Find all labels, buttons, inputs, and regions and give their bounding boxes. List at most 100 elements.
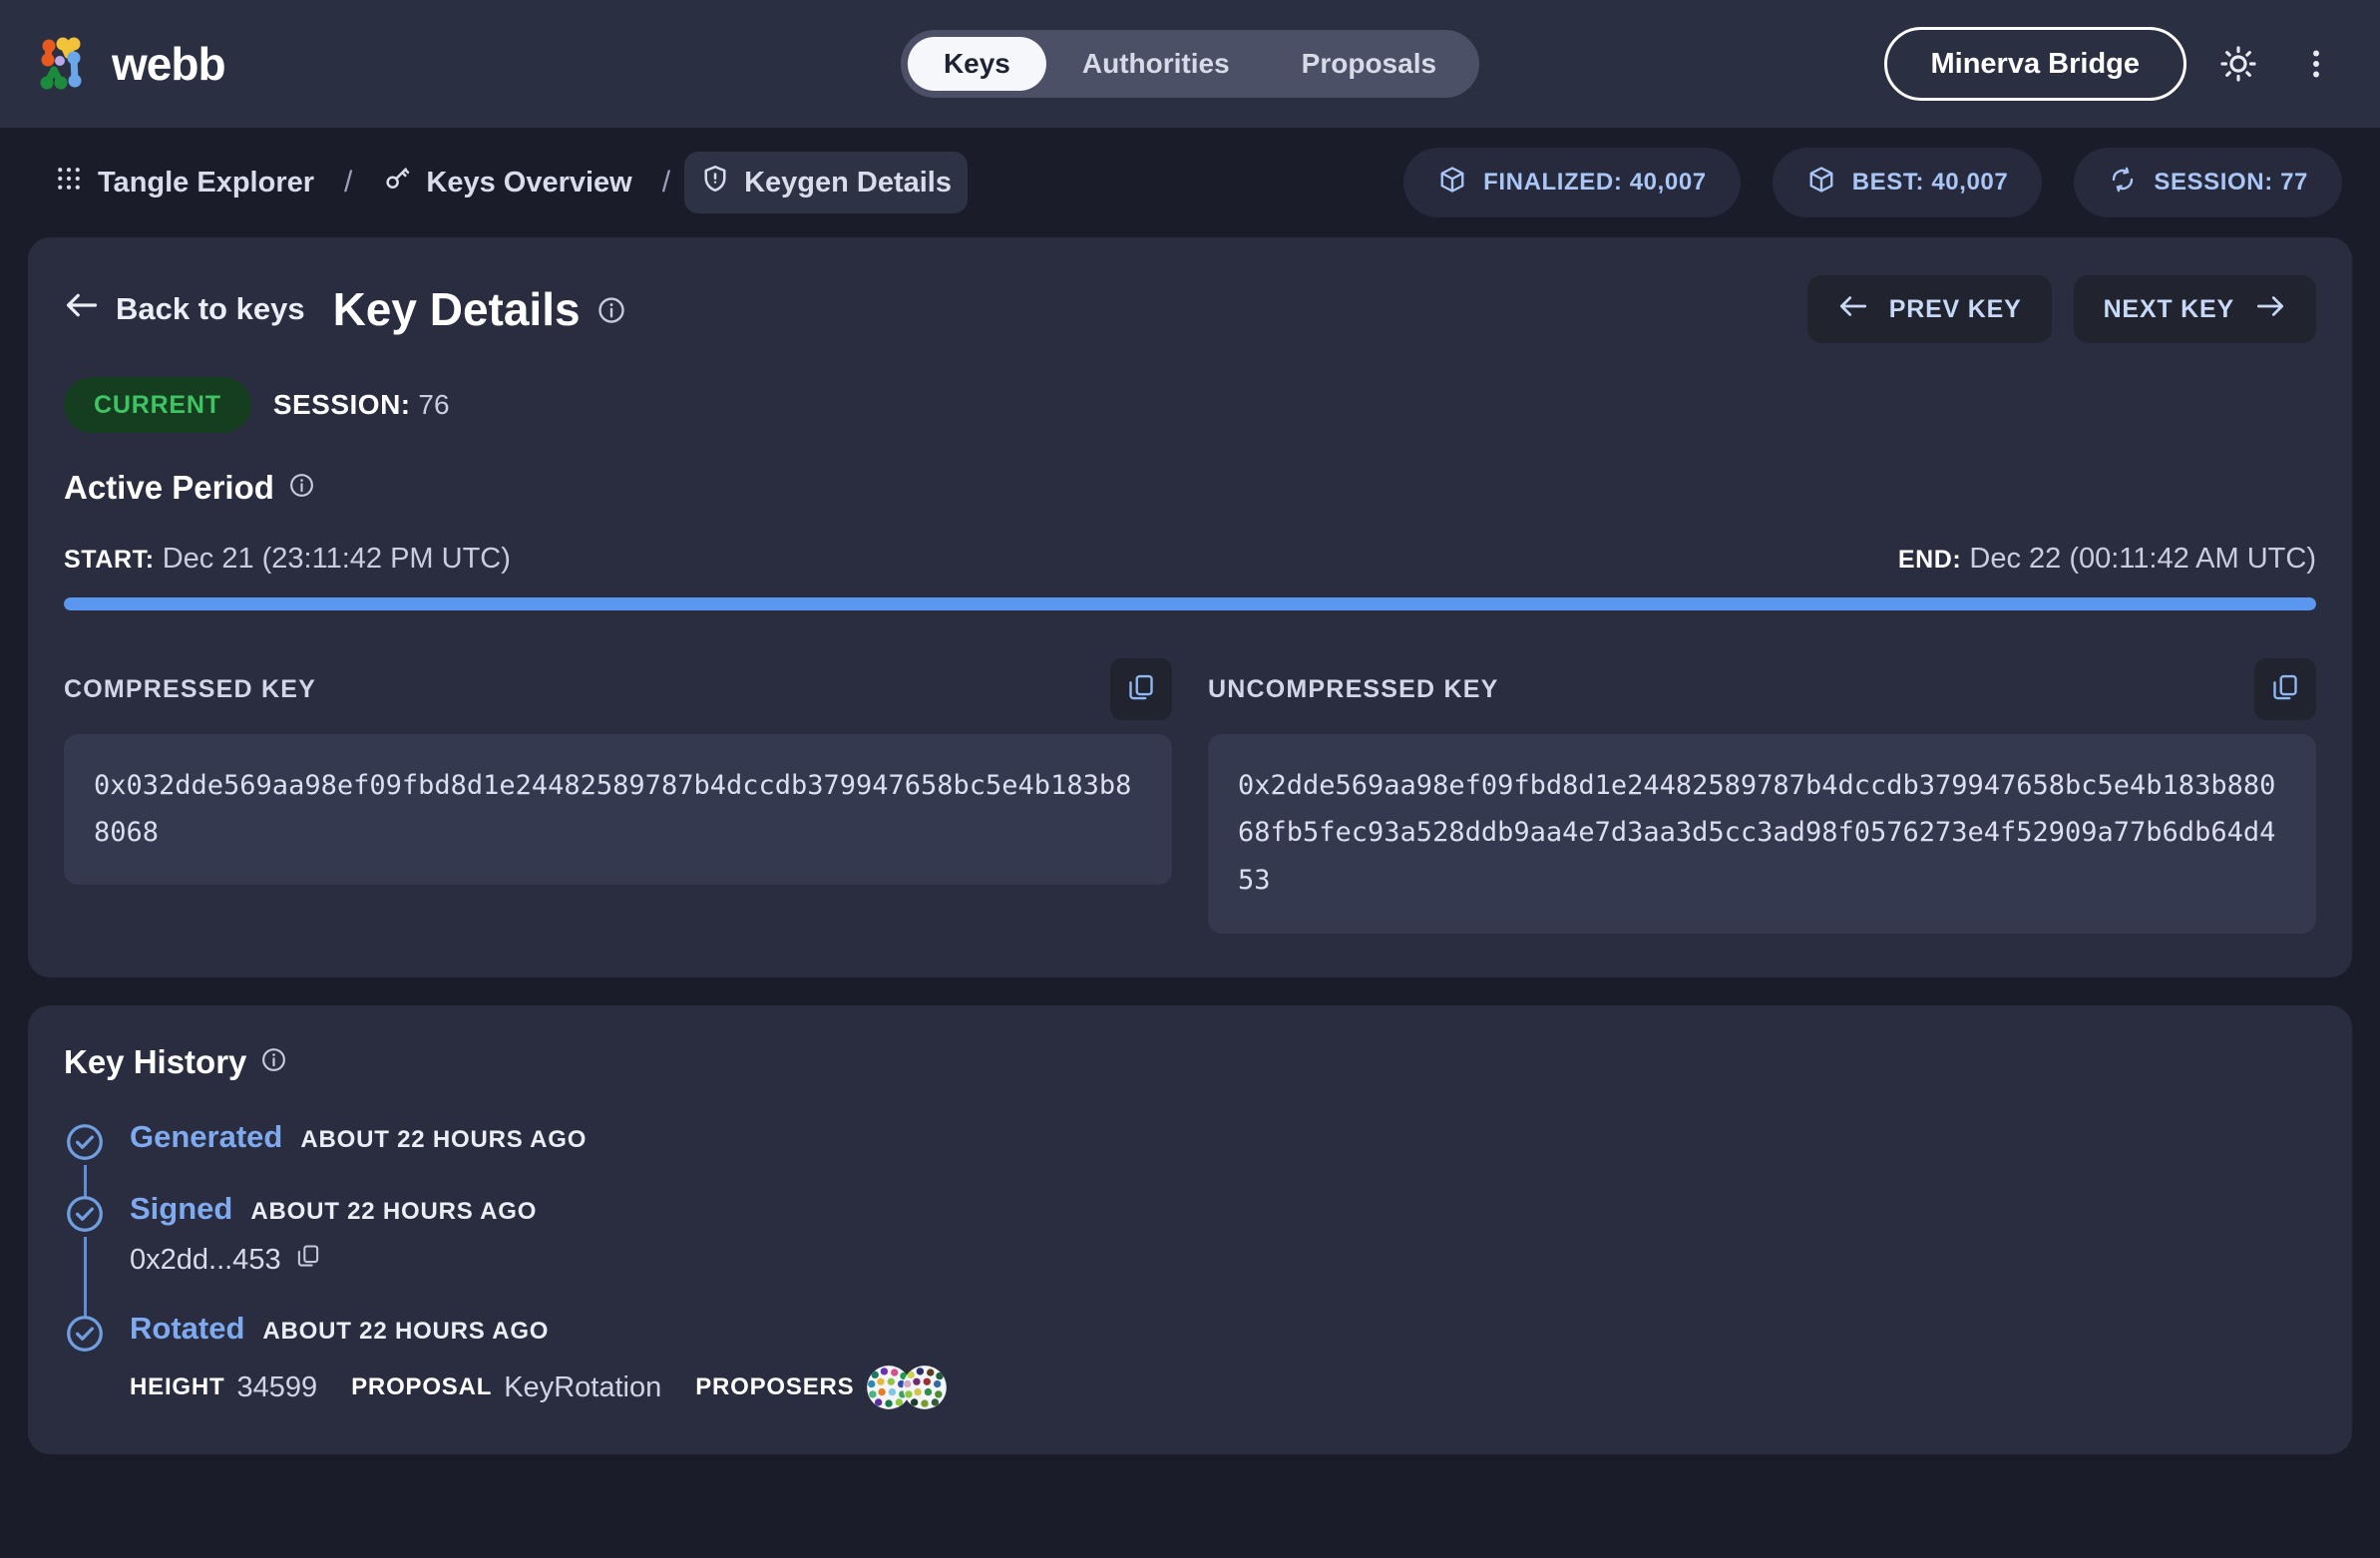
status-chip-session-label: SESSION: 77 xyxy=(2154,169,2308,195)
key-history-card: Key History Generated ABOUT 22 HOURS AGO xyxy=(28,1005,2352,1454)
breadcrumb-item-keys-overview[interactable]: Keys Overview xyxy=(366,152,647,213)
check-circle-icon xyxy=(64,1193,106,1235)
copy-uncompressed-key-button[interactable] xyxy=(2254,658,2316,720)
main-tabs: Keys Authorities Proposals xyxy=(900,30,1480,98)
key-history-timeline: Generated ABOUT 22 HOURS AGO Signed ABOU… xyxy=(64,1119,2316,1410)
history-rotated-time: ABOUT 22 HOURS AGO xyxy=(262,1318,550,1345)
status-chip-finalized-label: FINALIZED: 40,007 xyxy=(1483,169,1707,195)
history-signed-hash-row: 0x2dd...453 xyxy=(130,1243,2316,1277)
history-rotated-name: Rotated xyxy=(130,1311,245,1346)
prev-key-button[interactable]: PREV KEY xyxy=(1806,275,2052,343)
arrow-left-icon xyxy=(64,290,100,328)
page-title: Key Details xyxy=(333,282,626,336)
proposal-label: PROPOSAL xyxy=(351,1373,493,1400)
back-to-keys-button[interactable]: Back to keys xyxy=(64,290,305,328)
uncompressed-key-value[interactable]: 0x2dde569aa98ef09fbd8d1e24482589787b4dcc… xyxy=(1208,734,2316,934)
uncompressed-key-block: UNCOMPRESSED KEY 0x2dde569aa98ef09fbd8d1… xyxy=(1208,658,2316,934)
timeline-rail xyxy=(84,1237,87,1317)
period-start-label: START: xyxy=(64,546,155,574)
key-status-row: CURRENT SESSION: 76 xyxy=(64,377,2316,433)
shield-icon xyxy=(700,164,730,201)
cube-icon xyxy=(1806,165,1836,201)
key-details-card: Back to keys Key Details PREV KEY NEXT K… xyxy=(28,237,2352,977)
avatar[interactable] xyxy=(902,1364,948,1410)
status-badge: CURRENT xyxy=(64,377,251,433)
session-label: SESSION: xyxy=(272,389,411,420)
bridge-selector-button[interactable]: Minerva Bridge xyxy=(1883,27,2186,101)
brand-logo[interactable]: webb xyxy=(38,36,226,92)
page-title-text: Key Details xyxy=(332,283,581,335)
refresh-icon xyxy=(2108,165,2138,201)
top-bar: webb Keys Authorities Proposals Minerva … xyxy=(0,0,2380,128)
active-period-title: Active Period xyxy=(64,469,2316,507)
grid-icon xyxy=(54,164,84,201)
history-rotated-line: Rotated ABOUT 22 HOURS AGO xyxy=(130,1311,2316,1347)
key-details-header: Back to keys Key Details PREV KEY NEXT K… xyxy=(64,275,2316,343)
key-navigation: PREV KEY NEXT KEY xyxy=(1806,275,2316,343)
breadcrumb-item-keygen-details[interactable]: Keygen Details xyxy=(684,152,968,213)
history-generated-time: ABOUT 22 HOURS AGO xyxy=(300,1126,588,1153)
progress-fill xyxy=(64,597,2316,610)
history-rotated-height: HEIGHT 34599 xyxy=(130,1371,317,1404)
status-chip-best-label: BEST: 40,007 xyxy=(1851,169,2009,195)
breadcrumb-row: Tangle Explorer / Keys Overview / Keygen… xyxy=(0,128,2380,237)
breadcrumb-label-tangle-explorer: Tangle Explorer xyxy=(98,166,315,198)
breadcrumb-separator-2: / xyxy=(661,166,671,198)
keys-grid: COMPRESSED KEY 0x032dde569aa98ef09fbd8d1… xyxy=(64,658,2316,934)
breadcrumb-label-keys-overview: Keys Overview xyxy=(426,166,632,198)
height-value: 34599 xyxy=(236,1370,318,1403)
tab-keys[interactable]: Keys xyxy=(907,37,1046,91)
history-signed-time: ABOUT 22 HOURS AGO xyxy=(250,1198,538,1225)
breadcrumb-separator: / xyxy=(344,166,353,198)
uncompressed-key-header: UNCOMPRESSED KEY xyxy=(1208,658,2316,720)
key-history-title: Key History xyxy=(64,1043,2316,1081)
brand-name: webb xyxy=(112,38,226,90)
session-value: 76 xyxy=(418,389,450,420)
prev-key-label: PREV KEY xyxy=(1888,294,2022,323)
copy-compressed-key-button[interactable] xyxy=(1110,658,1172,720)
status-chip-finalized[interactable]: FINALIZED: 40,007 xyxy=(1403,148,1741,217)
webb-logo-icon xyxy=(38,36,94,92)
history-item-signed: Signed ABOUT 22 HOURS AGO 0x2dd...453 xyxy=(64,1191,2316,1317)
active-period-range: START: Dec 21 (23:11:42 PM UTC) END: Dec… xyxy=(64,543,2316,576)
proposer-avatars[interactable] xyxy=(866,1364,948,1410)
tab-authorities[interactable]: Authorities xyxy=(1046,37,1266,91)
compressed-key-block: COMPRESSED KEY 0x032dde569aa98ef09fbd8d1… xyxy=(64,658,1172,934)
period-end: END: Dec 22 (00:11:42 AM UTC) xyxy=(1898,543,2316,576)
copy-icon[interactable] xyxy=(295,1243,321,1277)
status-chip-best[interactable]: BEST: 40,007 xyxy=(1772,148,2043,217)
back-to-keys-label: Back to keys xyxy=(116,291,305,326)
history-item-rotated: Rotated ABOUT 22 HOURS AGO HEIGHT 34599 … xyxy=(64,1311,2316,1410)
info-icon[interactable] xyxy=(260,1043,287,1081)
uncompressed-key-label: UNCOMPRESSED KEY xyxy=(1208,674,1499,703)
check-circle-icon xyxy=(64,1121,106,1163)
compressed-key-value[interactable]: 0x032dde569aa98ef09fbd8d1e24482589787b4d… xyxy=(64,734,1172,885)
copy-icon xyxy=(2270,672,2300,707)
proposers-label: PROPOSERS xyxy=(695,1373,855,1400)
status-chip-session[interactable]: SESSION: 77 xyxy=(2074,148,2342,217)
key-history-title-text: Key History xyxy=(64,1043,247,1080)
next-key-button[interactable]: NEXT KEY xyxy=(2073,275,2316,343)
history-signed-hash: 0x2dd...453 xyxy=(130,1243,281,1276)
arrow-left-icon xyxy=(1837,293,1869,326)
vertical-dots-icon[interactable] xyxy=(2290,38,2342,90)
session-info: SESSION: 76 xyxy=(273,389,450,421)
active-period-progress-bar xyxy=(64,597,2316,610)
tab-proposals[interactable]: Proposals xyxy=(1266,37,1472,91)
history-rotated-meta: HEIGHT 34599 PROPOSAL KeyRotation PROPOS… xyxy=(130,1364,2316,1410)
history-generated-name: Generated xyxy=(130,1119,283,1154)
sun-icon[interactable] xyxy=(2212,38,2264,90)
key-icon xyxy=(382,164,412,201)
height-label: HEIGHT xyxy=(130,1373,225,1400)
history-signed-line: Signed ABOUT 22 HOURS AGO xyxy=(130,1191,2316,1227)
info-icon[interactable] xyxy=(596,282,626,336)
breadcrumb-item-tangle-explorer[interactable]: Tangle Explorer xyxy=(38,152,330,213)
arrow-right-icon xyxy=(2254,293,2286,326)
history-rotated-proposers: PROPOSERS xyxy=(695,1364,948,1410)
period-start-value: Dec 21 (23:11:42 PM UTC) xyxy=(162,543,511,575)
top-bar-actions: Minerva Bridge xyxy=(1883,27,2343,101)
info-icon[interactable] xyxy=(288,469,315,507)
history-generated-line: Generated ABOUT 22 HOURS AGO xyxy=(130,1119,2316,1155)
breadcrumb: Tangle Explorer / Keys Overview / Keygen… xyxy=(38,152,968,213)
period-start: START: Dec 21 (23:11:42 PM UTC) xyxy=(64,543,511,576)
